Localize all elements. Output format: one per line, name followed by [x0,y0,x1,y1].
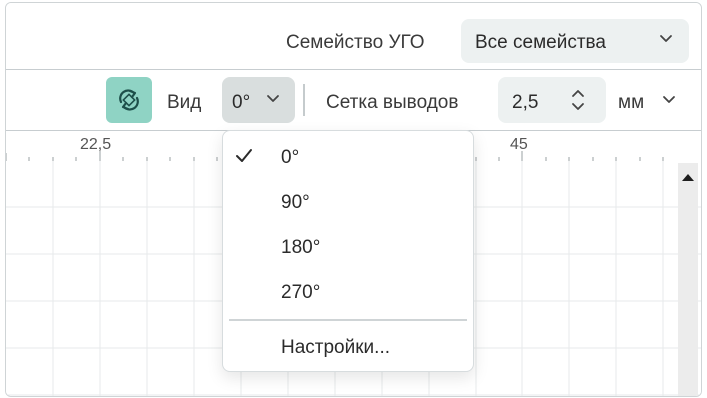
pin-grid-stepper[interactable]: 2,5 [498,77,606,123]
family-select-value: Все семейства [475,32,606,53]
angle-dropdown-menu: 0° 90° 180° 270° Настройки... [222,130,474,372]
view-toolbar: Вид 0° Сетка выводов 2,5 мм [6,70,701,131]
scroll-up-arrow-icon[interactable] [681,169,695,187]
menu-item-label: 270° [281,282,321,303]
ruler-label-45: 45 [510,136,528,153]
menu-item-90-deg[interactable]: 90° [223,180,473,224]
pin-grid-label: Сетка выводов [326,92,459,113]
angle-select-value: 0° [232,92,251,113]
menu-item-0-deg[interactable]: 0° [223,135,473,179]
units-select-value[interactable]: мм [618,92,644,114]
menu-item-label: 90° [281,192,310,213]
family-select[interactable]: Все семейства [461,19,689,63]
spinner-updown-icon[interactable] [570,87,586,118]
angle-select[interactable]: 0° [222,77,295,123]
pin-grid-value: 2,5 [512,92,539,113]
check-icon [235,147,253,170]
menu-item-settings[interactable]: Настройки... [223,325,473,369]
ruler-label-22-5: 22,5 [80,136,112,153]
rotate-button[interactable] [106,77,152,123]
menu-item-180-deg[interactable]: 180° [223,225,473,269]
family-label: Семейство УГО [286,32,425,53]
chevron-down-icon [659,31,673,50]
chevron-down-icon [266,91,280,110]
menu-item-label: 180° [281,237,321,258]
vertical-scrollbar[interactable] [678,163,698,396]
toolbar-divider [303,84,305,116]
editor-panel: Семейство УГО Все семейства Вид 0° Сетка… [5,2,702,397]
menu-item-label: Настройки... [281,337,390,358]
view-label: Вид [167,92,202,113]
menu-item-270-deg[interactable]: 270° [223,270,473,314]
chevron-down-icon[interactable] [662,92,676,111]
family-toolbar: Семейство УГО Все семейства [6,3,701,70]
menu-item-label: 0° [281,147,300,168]
menu-divider [229,319,467,321]
